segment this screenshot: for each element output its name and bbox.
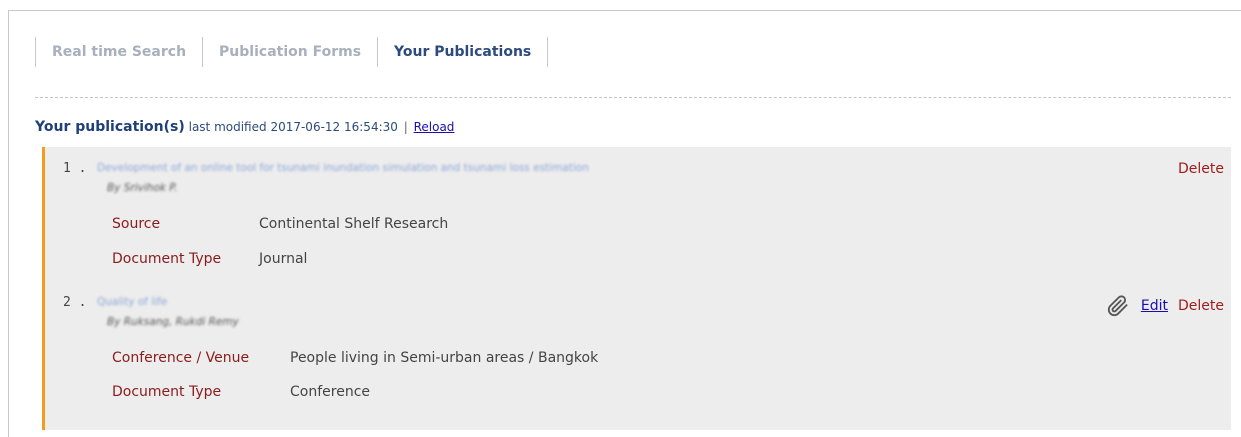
delete-button[interactable]: Delete bbox=[1178, 298, 1224, 314]
section-title: Your publication(s) bbox=[35, 119, 185, 135]
field-value-document-type: Conference bbox=[290, 384, 371, 400]
heading-separator: | bbox=[403, 120, 408, 134]
modified-prefix: last modified bbox=[188, 120, 267, 134]
publication-number: 1 . bbox=[63, 161, 87, 176]
publication-title-link[interactable]: Quality of life bbox=[97, 296, 167, 308]
edit-button[interactable]: Edit bbox=[1141, 298, 1168, 314]
field-value-source: Continental Shelf Research bbox=[259, 216, 449, 232]
publication-list: 1 . Development of an online tool for ts… bbox=[42, 147, 1231, 430]
modified-timestamp: 2017-06-12 16:54:30 bbox=[270, 120, 398, 134]
field-label-conference-venue: Conference / Venue bbox=[112, 350, 250, 366]
publication-author: By Srivihok P. bbox=[107, 182, 178, 194]
publication-number: 2 . bbox=[63, 295, 87, 310]
publication-title-link[interactable]: Development of an online tool for tsunam… bbox=[97, 162, 589, 174]
delete-button[interactable]: Delete bbox=[1178, 161, 1224, 177]
publication-actions: Delete bbox=[1178, 161, 1224, 177]
field-label-document-type: Document Type bbox=[112, 384, 222, 400]
field-value-conference-venue: People living in Semi-urban areas / Bang… bbox=[290, 350, 599, 366]
tab-divider bbox=[547, 37, 549, 67]
tab-bar: Real time Search Publication Forms Your … bbox=[35, 37, 549, 67]
tab-publication-forms[interactable]: Publication Forms bbox=[203, 44, 377, 60]
field-label-source: Source bbox=[112, 216, 161, 232]
field-label-document-type: Document Type bbox=[112, 251, 222, 267]
publication-author: By Ruksang, Rukdi Remy bbox=[107, 316, 239, 328]
reload-link[interactable]: Reload bbox=[414, 120, 455, 134]
tab-real-time-search[interactable]: Real time Search bbox=[36, 44, 202, 60]
paperclip-icon[interactable] bbox=[1107, 295, 1129, 317]
publication-actions: Edit Delete bbox=[1107, 295, 1224, 317]
field-value-document-type: Journal bbox=[259, 251, 308, 267]
tab-your-publications[interactable]: Your Publications bbox=[378, 44, 547, 60]
dashed-divider bbox=[35, 97, 1231, 98]
publications-heading: Your publication(s) last modified 2017-0… bbox=[35, 119, 454, 135]
